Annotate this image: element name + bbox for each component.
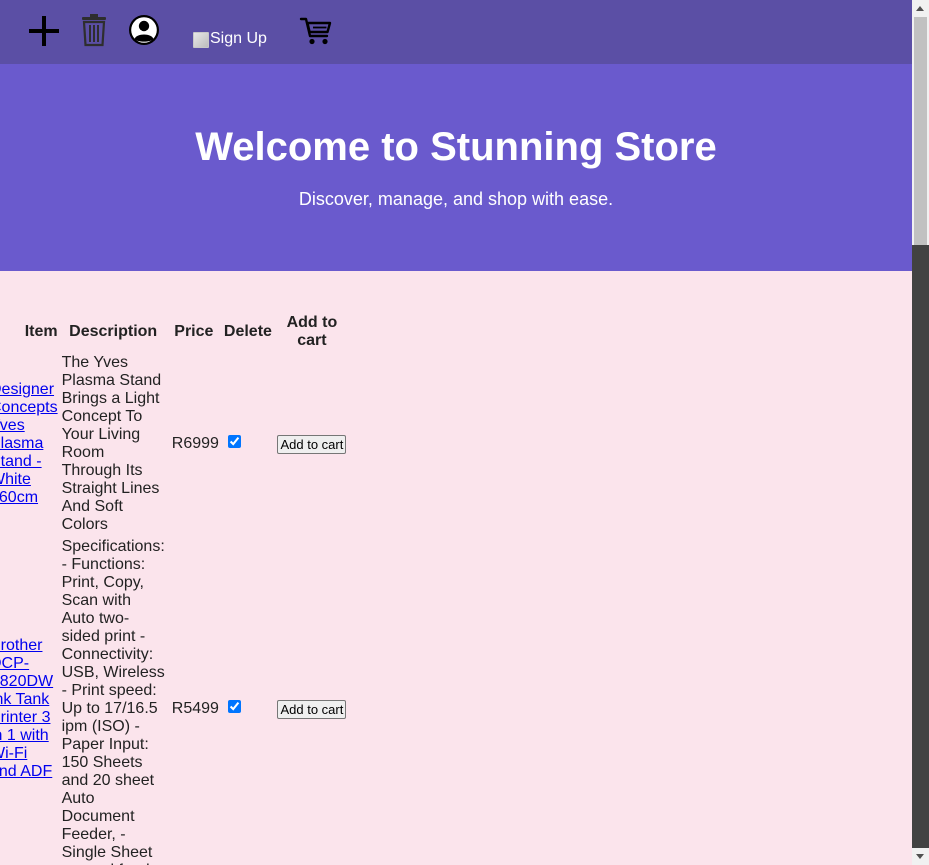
header-add-to-cart: Add to cart [286,314,338,349]
price-cell: R5499 [171,700,219,717]
add-to-cart-button[interactable]: Add to cart [277,434,347,454]
item-link[interactable]: Designer Concepts Yves Plasma Stand - Wh… [0,381,58,507]
delete-cell [222,353,274,535]
scroll-up-arrow-icon[interactable] [912,0,929,17]
trash-icon[interactable] [80,13,108,47]
item-link[interactable]: Brother DCP-T820DW Ink Tank Printer 3 in… [0,637,58,781]
vertical-scrollbar[interactable] [912,0,929,865]
shopping-cart-icon[interactable] [299,15,333,47]
broken-image-icon [193,32,209,48]
delete-checkbox[interactable] [227,435,241,448]
item-cell: Brother DCP-T820DW Ink Tank Printer 3 in… [0,537,59,865]
delete-cell [222,537,274,865]
header-item: Item [24,323,58,340]
hero-subtitle: Discover, manage, and shop with ease. [298,189,614,209]
table-row: Designer Concepts Yves Plasma Stand - Wh… [0,353,348,535]
top-navbar: Sign Up [0,0,912,64]
header-price: Price [174,323,214,340]
hero-title: Welcome to Stunning Store [195,125,717,169]
user-circle-icon[interactable] [127,13,161,47]
products-table: Item Description Price Delete Add to car… [0,311,350,865]
add-to-cart-button[interactable]: Add to cart [277,699,347,719]
add-to-cart-cell: Add to cart [276,353,348,535]
sign-up-label: Sign Up [210,30,267,47]
scroll-down-arrow-icon[interactable] [912,848,929,865]
description-cell: Specifications: - Functions: Print, Copy… [61,538,165,865]
add-to-cart-cell: Add to cart [276,537,348,865]
header-description: Description [69,323,158,340]
header-delete: Delete [223,323,272,340]
hero-banner: Welcome to Stunning Store Discover, mana… [0,64,912,271]
table-header-row: Item Description Price Delete Add to car… [0,313,348,351]
plus-icon[interactable] [27,14,61,48]
page-viewport: Sign Up Welcome to Stunning Store Discov… [0,0,912,865]
table-row: Brother DCP-T820DW Ink Tank Printer 3 in… [0,537,348,865]
price-cell: R6999 [171,435,219,452]
description-cell: The Yves Plasma Stand Brings a Light Con… [61,354,162,533]
item-cell: Designer Concepts Yves Plasma Stand - Wh… [0,353,59,535]
sign-up-link[interactable]: Sign Up [193,30,267,48]
scrollbar-thumb[interactable] [914,17,927,245]
scrollbar-track[interactable] [912,245,929,848]
delete-checkbox[interactable] [227,700,241,713]
